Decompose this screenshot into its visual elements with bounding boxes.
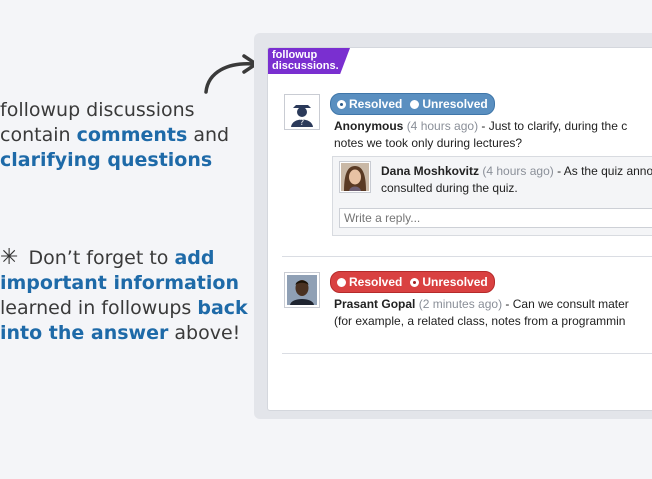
post-text-line-2: (for example, a related class, notes fro…	[334, 314, 626, 328]
resolved-option[interactable]: Resolved	[337, 275, 402, 289]
curved-arrow-icon	[204, 54, 258, 94]
status-toggle: Resolved Unresolved	[330, 93, 495, 115]
tip-annotation: ✳ Don’t forget to add important informat…	[0, 245, 250, 346]
resolved-label: Resolved	[349, 97, 403, 111]
post-text-line-1: - Just to clarify, during the c	[478, 119, 628, 133]
post-text-line-2: notes we took only during lectures?	[334, 136, 523, 150]
user-photo-icon	[287, 275, 317, 305]
asterisk-icon: ✳	[0, 245, 19, 270]
user-photo-icon	[341, 163, 369, 191]
resolved-label: Resolved	[349, 275, 403, 289]
unresolved-radio[interactable]	[410, 99, 420, 109]
intro-highlight-comments: comments	[76, 124, 188, 146]
unresolved-radio[interactable]	[410, 277, 420, 287]
followup-post: Prasant Gopal (2 minutes ago) - Can we c…	[334, 296, 629, 330]
post-author[interactable]: Anonymous	[334, 119, 403, 133]
unresolved-label: Unresolved	[422, 97, 488, 111]
resolved-radio[interactable]	[337, 277, 346, 287]
post-text-line-1: - Can we consult mater	[502, 297, 629, 311]
intro-text-2: contain	[0, 124, 77, 146]
thread-divider	[282, 256, 652, 257]
intro-highlight-clarifying: clarifying questions	[0, 149, 213, 171]
tip-text-3: above!	[168, 322, 241, 344]
resolved-radio[interactable]	[337, 99, 346, 109]
avatar-prasant	[284, 272, 320, 308]
followup-post: Anonymous (4 hours ago) - Just to clarif…	[334, 118, 627, 152]
post-author[interactable]: Prasant Gopal	[334, 297, 415, 311]
resolved-option[interactable]: Resolved	[337, 97, 402, 111]
intro-text-1: followup discussions	[0, 99, 195, 121]
intro-text-3: and	[187, 124, 230, 146]
unresolved-label: Unresolved	[422, 275, 488, 289]
post-timestamp: (2 minutes ago)	[418, 297, 503, 311]
thread-divider	[282, 353, 652, 354]
avatar-dana	[339, 161, 371, 193]
anonymous-silhouette-icon: ?	[287, 97, 317, 127]
reply-author[interactable]: Dana Moshkovitz	[381, 164, 479, 178]
post-timestamp: (4 hours ago)	[406, 119, 479, 133]
avatar-anonymous: ?	[284, 94, 320, 130]
tag-line-2: discussions.	[272, 60, 339, 72]
reply-text-line-1: - As the quiz anno	[553, 164, 652, 178]
tip-text-1: Don’t forget to	[22, 247, 175, 269]
status-toggle: Resolved Unresolved	[330, 271, 495, 293]
reply-input[interactable]	[339, 208, 652, 228]
intro-annotation: followup discussions contain comments an…	[0, 98, 250, 173]
svg-text:?: ?	[300, 118, 304, 127]
reply-timestamp: (4 hours ago)	[482, 164, 554, 178]
reply-post: Dana Moshkovitz (4 hours ago) - As the q…	[381, 163, 652, 197]
unresolved-option[interactable]: Unresolved	[410, 97, 488, 111]
reply-section: Dana Moshkovitz (4 hours ago) - As the q…	[332, 156, 652, 236]
followup-discussions-tag: followup discussions.	[268, 48, 350, 74]
reply-text-line-2: consulted during the quiz.	[381, 181, 518, 195]
tip-text-2: learned in followups	[0, 297, 198, 319]
followup-panel: followup discussions. ? Resolved Unresol…	[267, 47, 652, 411]
unresolved-option[interactable]: Unresolved	[410, 275, 488, 289]
